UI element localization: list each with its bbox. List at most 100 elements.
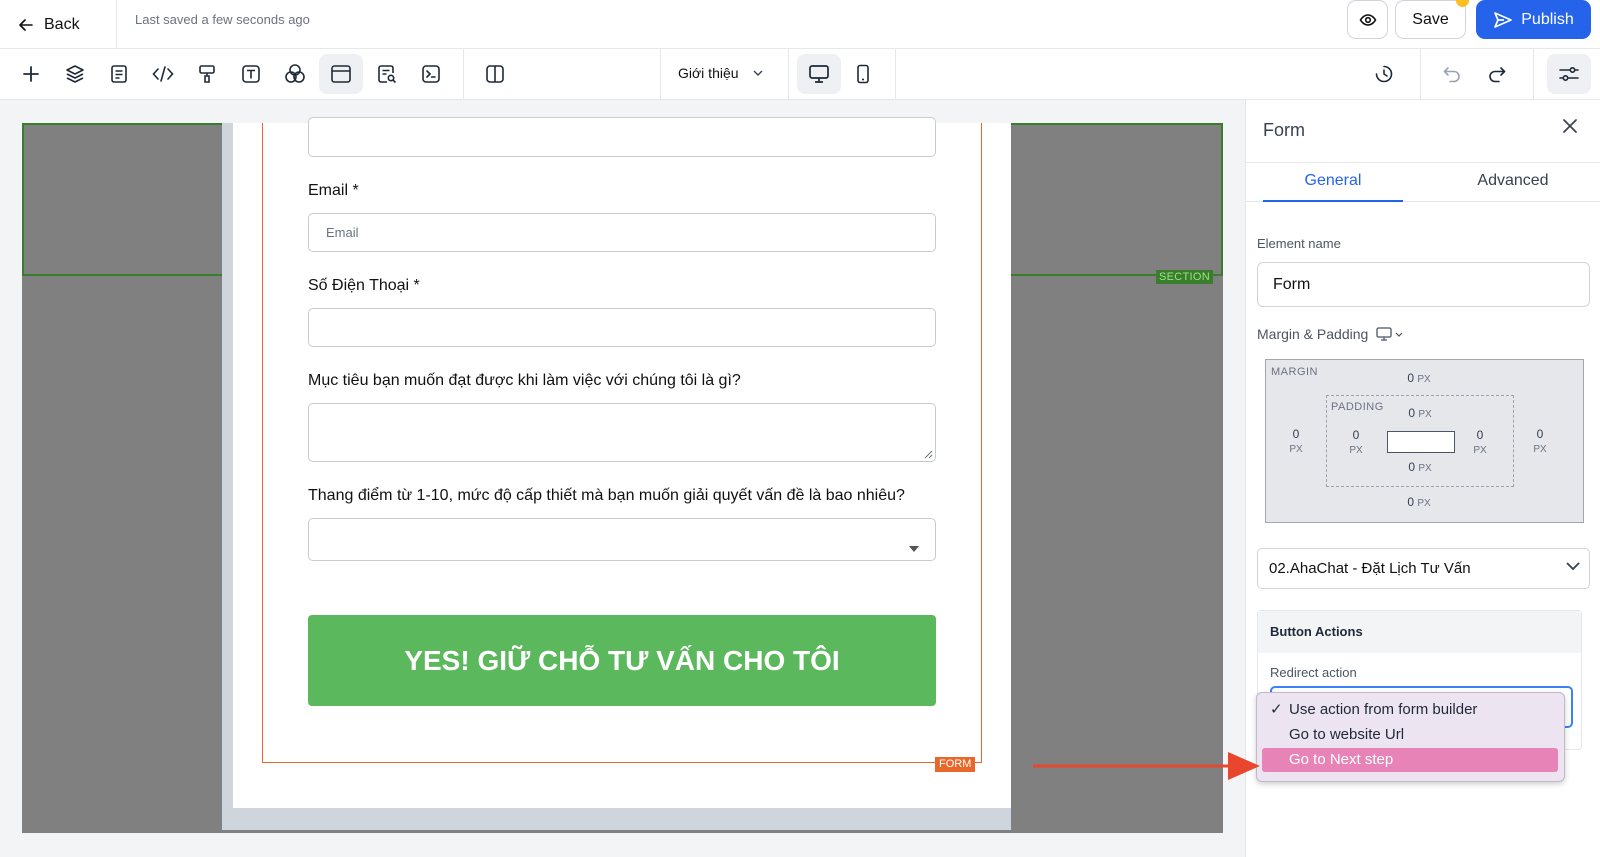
redo-icon	[1487, 65, 1507, 83]
eye-icon	[1359, 11, 1377, 29]
code-icon	[152, 65, 174, 83]
urgency-select[interactable]	[308, 518, 936, 561]
padding-right-value[interactable]: 0 PX	[1465, 428, 1495, 456]
option-label: Go to website Url	[1289, 726, 1405, 743]
submit-button[interactable]: YES! GIỮ CHỖ TƯ VẤN CHO TÔI	[308, 615, 936, 706]
divider	[463, 49, 464, 100]
sliders-icon	[1558, 65, 1580, 83]
padding-left-number: 0	[1352, 428, 1360, 442]
margin-left-value[interactable]: 0 PX	[1281, 427, 1311, 455]
layers-button[interactable]	[53, 54, 97, 94]
redirect-action-dropdown: ✓ Use action from form builder Go to web…	[1256, 692, 1565, 782]
unit-label: PX	[1533, 444, 1547, 455]
code-button[interactable]	[141, 54, 185, 94]
margin-label: MARGIN	[1271, 366, 1318, 378]
text-icon	[241, 64, 261, 84]
option-website-url[interactable]: Go to website Url	[1262, 723, 1558, 747]
form-field-input[interactable]	[308, 117, 936, 157]
margin-right-number: 0	[1536, 427, 1544, 441]
back-label: Back	[44, 16, 80, 33]
publish-label: Publish	[1521, 10, 1574, 28]
close-icon	[1562, 118, 1578, 134]
save-button[interactable]: Save	[1395, 0, 1466, 39]
divider	[1420, 49, 1421, 100]
publish-button[interactable]: Publish	[1476, 0, 1591, 39]
section-label: SECTION	[1156, 270, 1213, 284]
undo-button[interactable]	[1430, 54, 1474, 94]
element-name-label: Element name	[1257, 236, 1341, 251]
style-button[interactable]	[185, 54, 229, 94]
settings-panel-button[interactable]	[1547, 54, 1591, 94]
editor-canvas[interactable]: SECTION FORM Email * Email Số Điện Thoại…	[0, 100, 1245, 857]
page-icon	[110, 64, 128, 84]
unit-label: PX	[1473, 445, 1487, 456]
divider	[788, 49, 789, 100]
padding-left-value[interactable]: 0 PX	[1341, 428, 1371, 456]
preview-button[interactable]	[1347, 0, 1388, 39]
tab-general[interactable]: General	[1263, 172, 1403, 190]
unit-label: PX	[1417, 374, 1431, 385]
form-label: FORM	[935, 757, 976, 772]
close-panel-button[interactable]	[1562, 118, 1578, 139]
padding-top-value[interactable]: 0 PX	[1395, 406, 1445, 420]
margin-left-number: 0	[1292, 427, 1300, 441]
padding-right-number: 0	[1476, 428, 1484, 442]
form-search-icon	[377, 64, 397, 84]
form-field-label: Email *	[308, 182, 359, 199]
text-button[interactable]	[229, 54, 273, 94]
phone-field[interactable]	[308, 308, 936, 347]
element-name-input[interactable]: Form	[1257, 262, 1590, 307]
margin-right-value[interactable]: 0 PX	[1525, 427, 1555, 455]
tab-advanced[interactable]: Advanced	[1443, 172, 1583, 190]
form-field-label: Thang điểm từ 1-10, mức độ cấp thiết mà …	[308, 487, 905, 504]
padding-bottom-number: 0	[1408, 460, 1415, 474]
mobile-view-button[interactable]	[841, 54, 885, 94]
padding-box: PADDING 0 PX 0 PX 0 PX 0 PX	[1326, 395, 1514, 487]
option-use-form-builder[interactable]: ✓ Use action from form builder	[1262, 698, 1558, 722]
padding-bottom-value[interactable]: 0 PX	[1395, 460, 1445, 474]
terminal-icon	[421, 64, 441, 84]
top-bar: Back Last saved a few seconds ago Save P…	[0, 0, 1600, 49]
split-view-button[interactable]	[473, 54, 517, 94]
goal-textarea[interactable]	[308, 403, 936, 462]
history-icon	[1374, 64, 1394, 84]
editor-toolbar: Giới thiệu	[0, 49, 1600, 100]
option-next-step[interactable]: Go to Next step	[1262, 748, 1558, 772]
divider	[895, 49, 896, 100]
undo-icon	[1442, 65, 1462, 83]
chevron-down-icon	[753, 70, 763, 76]
button-actions-header: Button Actions	[1258, 611, 1581, 653]
margin-box: MARGIN 0 PX 0 PX 0 PX 0 PX PADDING 0 PX 0P…	[1265, 359, 1584, 523]
option-label: Use action from form builder	[1289, 701, 1478, 718]
margin-top-value[interactable]: 0 PX	[1394, 371, 1444, 385]
margin-padding-label: Margin & Padding	[1257, 326, 1403, 342]
device-select[interactable]	[1376, 327, 1403, 341]
history-button[interactable]	[1362, 54, 1406, 94]
paint-roller-icon	[198, 64, 216, 84]
active-tab-indicator	[1263, 200, 1403, 202]
section-button[interactable]	[319, 54, 363, 94]
form-search-button[interactable]	[365, 54, 409, 94]
desktop-view-button[interactable]	[797, 54, 841, 94]
desktop-icon	[1376, 327, 1392, 341]
redo-button[interactable]	[1475, 54, 1519, 94]
terminal-button[interactable]	[409, 54, 453, 94]
back-button[interactable]: Back	[18, 10, 80, 40]
shapes-button[interactable]	[273, 54, 317, 94]
padding-label: PADDING	[1331, 401, 1384, 413]
margin-top-number: 0	[1407, 371, 1414, 385]
caret-down-icon	[909, 546, 919, 552]
desktop-icon	[808, 64, 830, 84]
page-select[interactable]: Giới thiệu	[678, 65, 763, 81]
split-view-icon	[485, 64, 505, 84]
form-field-label: Mục tiêu bạn muốn đạt được khi làm việc …	[308, 372, 741, 389]
email-field[interactable]: Email	[308, 213, 936, 252]
add-element-button[interactable]	[9, 54, 53, 94]
form-field-label: Số Điện Thoại *	[308, 277, 420, 294]
pages-button[interactable]	[97, 54, 141, 94]
margin-bottom-value[interactable]: 0 PX	[1394, 495, 1444, 509]
unit-label: PX	[1418, 409, 1432, 420]
resize-handle-icon[interactable]	[924, 450, 933, 459]
save-status: Last saved a few seconds ago	[135, 12, 310, 27]
form-flow-select[interactable]: 02.AhaChat - Đặt Lịch Tư Vấn	[1257, 548, 1590, 589]
